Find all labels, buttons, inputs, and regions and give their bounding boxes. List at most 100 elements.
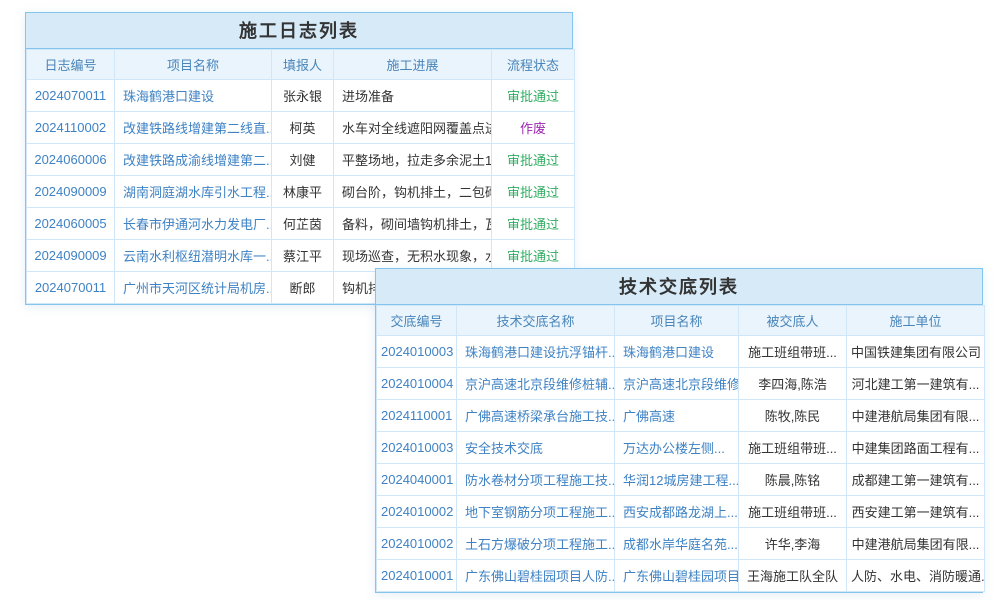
column-header: 被交底人 — [739, 306, 847, 336]
cell-project[interactable]: 广佛高速 — [615, 400, 739, 432]
table-row[interactable]: 2024010001广东佛山碧桂园项目人防...广东佛山碧桂园项目王海施工队全队… — [377, 560, 985, 592]
construction-log-panel: 施工日志列表 日志编号项目名称填报人施工进展流程状态 2024070011珠海鹤… — [25, 12, 573, 305]
cell-person: 王海施工队全队 — [739, 560, 847, 592]
cell-progress: 备料，砌间墙钩机排土，瓦... — [334, 208, 492, 240]
table-row[interactable]: 2024090009湖南洞庭湖水库引水工程...林康平砌台阶，钩机排土，二包砌.… — [27, 176, 575, 208]
cell-project[interactable]: 云南水利枢纽潜明水库一... — [115, 240, 272, 272]
cell-unit: 人防、水电、消防暖通... — [847, 560, 985, 592]
cell-person: 李四海,陈浩 — [739, 368, 847, 400]
cell-project[interactable]: 京沪高速北京段维修 — [615, 368, 739, 400]
table-row[interactable]: 2024110001广佛高速桥梁承台施工技...广佛高速陈牧,陈民中建港航局集团… — [377, 400, 985, 432]
table-header-row: 交底编号技术交底名称项目名称被交底人施工单位 — [377, 306, 985, 336]
cell-progress: 砌台阶，钩机排土，二包砌... — [334, 176, 492, 208]
cell-id[interactable]: 2024010002 — [377, 528, 457, 560]
cell-name[interactable]: 安全技术交底 — [457, 432, 615, 464]
cell-person: 陈牧,陈民 — [739, 400, 847, 432]
cell-id[interactable]: 2024040001 — [377, 464, 457, 496]
cell-id[interactable]: 2024110001 — [377, 400, 457, 432]
cell-name[interactable]: 京沪高速北京段维修桩辅... — [457, 368, 615, 400]
construction-log-table: 日志编号项目名称填报人施工进展流程状态 2024070011珠海鹤港口建设张永银… — [26, 49, 575, 304]
cell-progress: 现场巡查，无积水现象，水... — [334, 240, 492, 272]
column-header: 填报人 — [272, 50, 334, 80]
cell-reporter: 柯英 — [272, 112, 334, 144]
cell-project[interactable]: 广州市天河区统计局机房... — [115, 272, 272, 304]
cell-name[interactable]: 广佛高速桥梁承台施工技... — [457, 400, 615, 432]
cell-id[interactable]: 2024060005 — [27, 208, 115, 240]
cell-unit: 中建集团路面工程有... — [847, 432, 985, 464]
table-row[interactable]: 2024010003珠海鹤港口建设抗浮锚杆...珠海鹤港口建设施工班组带班...… — [377, 336, 985, 368]
cell-project[interactable]: 珠海鹤港口建设 — [615, 336, 739, 368]
cell-id[interactable]: 2024010001 — [377, 560, 457, 592]
construction-log-title: 施工日志列表 — [26, 13, 572, 49]
cell-person: 施工班组带班... — [739, 432, 847, 464]
cell-unit: 中建港航局集团有限... — [847, 528, 985, 560]
cell-project[interactable]: 成都水岸华庭名苑... — [615, 528, 739, 560]
cell-status: 审批通过 — [492, 208, 575, 240]
cell-project[interactable]: 改建铁路成渝线增建第二... — [115, 144, 272, 176]
cell-reporter: 张永银 — [272, 80, 334, 112]
cell-id[interactable]: 2024010003 — [377, 336, 457, 368]
cell-id[interactable]: 2024010002 — [377, 496, 457, 528]
table-row[interactable]: 2024070011珠海鹤港口建设张永银进场准备审批通过 — [27, 80, 575, 112]
column-header: 交底编号 — [377, 306, 457, 336]
cell-reporter: 刘健 — [272, 144, 334, 176]
cell-project[interactable]: 西安成都路龙湖上... — [615, 496, 739, 528]
cell-progress: 水车对全线遮阳网覆盖点进... — [334, 112, 492, 144]
tech-disclosure-title: 技术交底列表 — [376, 269, 982, 305]
column-header: 项目名称 — [615, 306, 739, 336]
cell-reporter: 蔡江平 — [272, 240, 334, 272]
cell-id[interactable]: 2024090009 — [27, 176, 115, 208]
cell-id[interactable]: 2024060006 — [27, 144, 115, 176]
cell-name[interactable]: 土石方爆破分项工程施工... — [457, 528, 615, 560]
table-row[interactable]: 2024090009云南水利枢纽潜明水库一...蔡江平现场巡查，无积水现象，水.… — [27, 240, 575, 272]
cell-project[interactable]: 万达办公楼左侧... — [615, 432, 739, 464]
table-row[interactable]: 2024110002改建铁路线增建第二线直...柯英水车对全线遮阳网覆盖点进..… — [27, 112, 575, 144]
cell-project[interactable]: 湖南洞庭湖水库引水工程... — [115, 176, 272, 208]
table-row[interactable]: 2024010002土石方爆破分项工程施工...成都水岸华庭名苑...许华,李海… — [377, 528, 985, 560]
cell-project[interactable]: 珠海鹤港口建设 — [115, 80, 272, 112]
cell-project[interactable]: 华润12城房建工程... — [615, 464, 739, 496]
cell-status: 审批通过 — [492, 176, 575, 208]
cell-status: 审批通过 — [492, 240, 575, 272]
cell-unit: 河北建工第一建筑有... — [847, 368, 985, 400]
cell-name[interactable]: 珠海鹤港口建设抗浮锚杆... — [457, 336, 615, 368]
cell-progress: 进场准备 — [334, 80, 492, 112]
cell-id[interactable]: 2024010003 — [377, 432, 457, 464]
cell-status: 审批通过 — [492, 80, 575, 112]
cell-name[interactable]: 防水卷材分项工程施工技... — [457, 464, 615, 496]
cell-unit: 成都建工第一建筑有... — [847, 464, 985, 496]
cell-person: 施工班组带班... — [739, 336, 847, 368]
cell-id[interactable]: 2024090009 — [27, 240, 115, 272]
cell-person: 施工班组带班... — [739, 496, 847, 528]
cell-project[interactable]: 长春市伊通河水力发电厂... — [115, 208, 272, 240]
table-row[interactable]: 2024060006改建铁路成渝线增建第二...刘健平整场地，拉走多余泥土15.… — [27, 144, 575, 176]
cell-progress: 平整场地，拉走多余泥土15... — [334, 144, 492, 176]
table-row[interactable]: 2024010003安全技术交底万达办公楼左侧...施工班组带班...中建集团路… — [377, 432, 985, 464]
table-header-row: 日志编号项目名称填报人施工进展流程状态 — [27, 50, 575, 80]
column-header: 施工进展 — [334, 50, 492, 80]
column-header: 施工单位 — [847, 306, 985, 336]
cell-unit: 西安建工第一建筑有... — [847, 496, 985, 528]
cell-project[interactable]: 广东佛山碧桂园项目 — [615, 560, 739, 592]
cell-id[interactable]: 2024110002 — [27, 112, 115, 144]
cell-name[interactable]: 广东佛山碧桂园项目人防... — [457, 560, 615, 592]
column-header: 项目名称 — [115, 50, 272, 80]
cell-unit: 中建港航局集团有限... — [847, 400, 985, 432]
cell-project[interactable]: 改建铁路线增建第二线直... — [115, 112, 272, 144]
cell-id[interactable]: 2024010004 — [377, 368, 457, 400]
column-header: 日志编号 — [27, 50, 115, 80]
cell-unit: 中国铁建集团有限公司 — [847, 336, 985, 368]
cell-person: 陈晨,陈铭 — [739, 464, 847, 496]
table-row[interactable]: 2024060005长春市伊通河水力发电厂...何芷茵备料，砌间墙钩机排土，瓦.… — [27, 208, 575, 240]
table-row[interactable]: 2024040001防水卷材分项工程施工技...华润12城房建工程...陈晨,陈… — [377, 464, 985, 496]
cell-name[interactable]: 地下室钢筋分项工程施工... — [457, 496, 615, 528]
cell-status: 审批通过 — [492, 144, 575, 176]
table-row[interactable]: 2024010004京沪高速北京段维修桩辅...京沪高速北京段维修李四海,陈浩河… — [377, 368, 985, 400]
cell-reporter: 何芷茵 — [272, 208, 334, 240]
cell-id[interactable]: 2024070011 — [27, 272, 115, 304]
cell-id[interactable]: 2024070011 — [27, 80, 115, 112]
tech-disclosure-table: 交底编号技术交底名称项目名称被交底人施工单位 2024010003珠海鹤港口建设… — [376, 305, 985, 592]
cell-reporter: 林康平 — [272, 176, 334, 208]
table-row[interactable]: 2024010002地下室钢筋分项工程施工...西安成都路龙湖上...施工班组带… — [377, 496, 985, 528]
column-header: 流程状态 — [492, 50, 575, 80]
